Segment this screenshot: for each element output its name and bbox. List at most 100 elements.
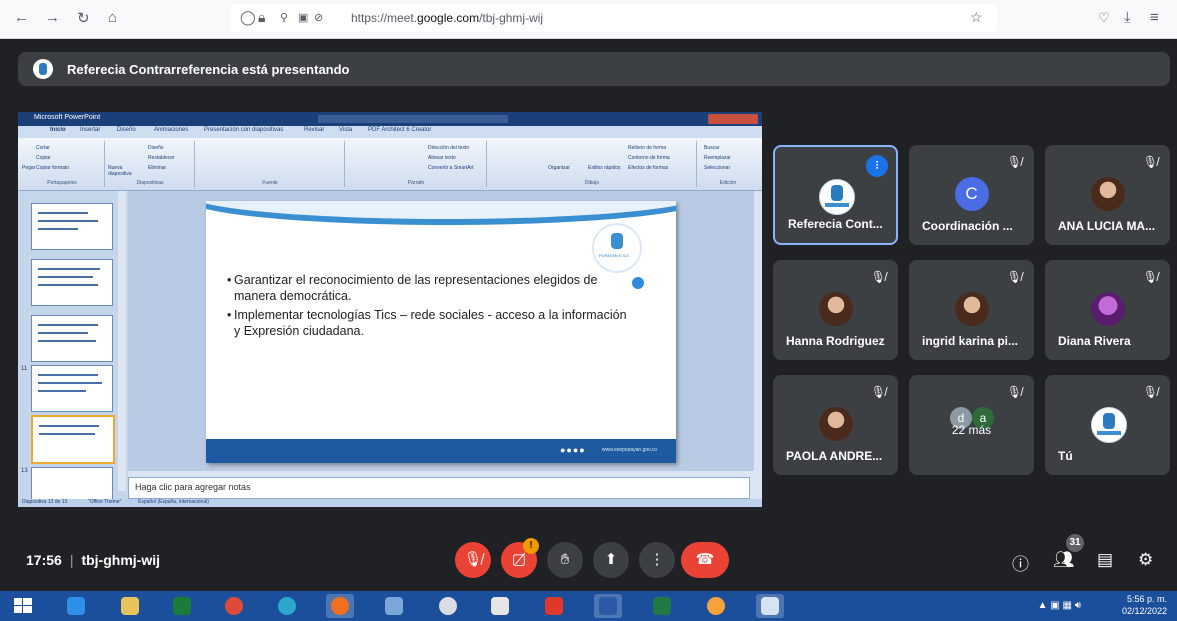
excel-icon[interactable] (648, 594, 676, 618)
avatar (818, 407, 853, 441)
slide-thumbnail (31, 259, 113, 306)
forward-icon[interactable]: → (45, 9, 60, 26)
paint-app-icon[interactable] (486, 594, 514, 618)
windows-start-icon[interactable] (10, 596, 36, 616)
mic-off-icon: 🎙︎̸ (870, 270, 886, 284)
system-clock[interactable]: 5:56 p. m. 02/12/2022 (1122, 593, 1167, 617)
participant-tile[interactable]: 🎙︎̸ PAOLA ANDRE... (773, 375, 898, 475)
word-icon[interactable] (594, 594, 622, 618)
meeting-details: 17:56 | tbj-ghmj-wij (26, 552, 160, 568)
firefox-icon[interactable] (326, 594, 354, 618)
lock-icon[interactable]: 🔒︎ (258, 9, 265, 26)
camera-blocked-icon[interactable]: ▣ (298, 11, 308, 24)
mic-off-icon: 🎙︎̸ (1006, 270, 1022, 284)
more-participants-label: 22 más (951, 423, 992, 437)
mic-toggle-button[interactable]: 🎙︎̸ (455, 542, 491, 578)
slide-bullet-2-cont: y Expresión ciudadana. (234, 324, 364, 338)
reload-icon[interactable]: ↻ (77, 9, 90, 27)
ribbon-item: Contorno de forma (628, 155, 670, 161)
present-now-button[interactable]: ⬆ (593, 542, 629, 578)
avatar (1090, 292, 1125, 326)
more-options-button[interactable]: ⋮ (639, 542, 675, 578)
slide-thumbnails: 11 13 (18, 191, 128, 507)
mic-off-icon: 🎙︎̸ (1142, 270, 1158, 284)
ppt-window-controls (708, 114, 758, 124)
ppt-tab-diseno: Diseño (117, 127, 136, 133)
ribbon-group-font: Fuente (196, 141, 345, 187)
vaccine-app-icon[interactable] (434, 594, 462, 618)
presenting-banner: Referecia Contrarreferencia está present… (18, 52, 1170, 86)
home-icon[interactable]: ⌂ (108, 9, 117, 26)
store-icon[interactable] (168, 594, 196, 618)
ribbon-item: Diseño (148, 145, 164, 151)
ribbon-group-label: Portapapeles (47, 180, 77, 186)
ppt-tab-animaciones: Animaciones (154, 127, 189, 133)
download-icon[interactable]: ⤓ (1124, 9, 1131, 26)
raise-hand-button[interactable]: ✋︎ (547, 542, 583, 578)
ribbon-group-label: Diapositivas (136, 180, 164, 186)
avatar (818, 292, 853, 326)
mic-off-icon: 🎙︎̸ (1142, 155, 1158, 169)
slide-footer-url: www.esepopayan.gov.co (602, 447, 657, 453)
leave-call-button[interactable]: ☎︎ (681, 542, 729, 578)
ribbon-item: Pegar (22, 165, 36, 171)
slide-footer: ●●●● www.esepopayan.gov.co (206, 439, 676, 463)
slide-bullet-1-cont: manera democrática. (234, 289, 352, 303)
ribbon-item: Copiar formato (36, 165, 70, 171)
info-icon[interactable]: ⓘ (1012, 550, 1029, 575)
chat-icon[interactable]: ▤ (1097, 550, 1113, 570)
participant-tile[interactable]: ⫶ Referecia Cont... (773, 145, 898, 245)
ribbon-group-label: Fuente (262, 180, 278, 186)
participant-tile[interactable]: 🎙︎̸ ingrid karina pi... (909, 260, 1034, 360)
menu-icon[interactable]: ≡ (1150, 9, 1159, 26)
chrome-icon[interactable] (220, 594, 248, 618)
more-participants-tile[interactable]: 🎙︎̸ d a 22 más (909, 375, 1034, 475)
activities-icon[interactable]: ⚙︎ (1138, 550, 1153, 570)
participant-tile[interactable]: 🎙︎̸ Hanna Rodriguez (773, 260, 898, 360)
ppt-tab-insertar: Insertar (80, 127, 101, 133)
ribbon-item: Organizar (548, 165, 570, 171)
mic-off-icon: 🎙︎̸ (1006, 155, 1022, 169)
participant-name: ingrid karina pi... (922, 334, 1019, 348)
bookmark-star-icon[interactable]: ☆ (970, 9, 983, 26)
back-icon[interactable]: ← (14, 9, 29, 26)
participant-name: Coordinación ... (922, 219, 1013, 233)
pocket-icon[interactable]: ♡ (1098, 10, 1110, 26)
participant-tile[interactable]: 🎙︎̸ C Coordinación ... (909, 145, 1034, 245)
ppt-tab-vista: Vista (339, 127, 353, 133)
url-text: https://meet.google.com/tbj-ghmj-wij (351, 11, 544, 25)
tray-icons[interactable]: ▲ ▣ ▦ 🔊︎ (1038, 600, 1081, 611)
thumbnails-scrollbar (118, 191, 126, 491)
participant-name: ANA LUCIA MA... (1058, 219, 1156, 233)
file-explorer-icon[interactable] (116, 594, 144, 618)
powerpoint-icon[interactable] (756, 594, 784, 618)
presenting-text: Referecia Contrarreferencia está present… (67, 62, 350, 77)
self-tile[interactable]: 🎙︎̸ Tú (1045, 375, 1170, 475)
slide-logo: POPAYÁN E.S.E. (592, 223, 642, 273)
participant-tile[interactable]: 🎙︎̸ ANA LUCIA MA... (1045, 145, 1170, 245)
browser-toolbar: ← → ↻ ⌂ ◯ 🔒︎ ⚲ ▣ ⊘ https://meet.google.c… (0, 0, 1177, 39)
ribbon-group-slides: Diseño Restablecer Nueva diapositiva Eli… (106, 141, 195, 187)
meeting-code: tbj-ghmj-wij (81, 552, 160, 568)
edge-icon[interactable] (273, 594, 301, 618)
avatar (1090, 407, 1127, 443)
shield-icon[interactable]: ◯ (240, 9, 256, 26)
ppt-ribbon: Cortar Copiar Copiar formato Pegar Porta… (18, 138, 762, 191)
mic-off-icon: 🎙︎̸ (1142, 385, 1158, 399)
anydesk-icon[interactable] (540, 594, 568, 618)
mic-blocked-icon[interactable]: ⊘ (314, 11, 323, 24)
permissions-icon[interactable]: ⚲ (280, 11, 288, 24)
ppt-tab-revisar: Revisar (304, 127, 325, 133)
participant-tile[interactable]: 🎙︎̸ Diana Rivera (1045, 260, 1170, 360)
people-icon[interactable]: 👥︎ (1053, 550, 1075, 570)
mail-app-icon[interactable] (380, 594, 408, 618)
ribbon-group-label: Edición (719, 180, 737, 186)
avatar (954, 292, 989, 326)
address-bar[interactable]: ◯ 🔒︎ ⚲ ▣ ⊘ https://meet.google.com/tbj-g… (230, 4, 997, 32)
internet-explorer-icon[interactable] (62, 594, 90, 618)
ribbon-item: Efectos de formas (628, 165, 669, 171)
firefox-alt-icon[interactable] (702, 594, 730, 618)
ppt-tabs: Inicio Insertar Diseño Animaciones Prese… (18, 126, 762, 138)
ribbon-item: Restablecer (148, 155, 175, 161)
ribbon-item: Cortar (36, 145, 50, 151)
